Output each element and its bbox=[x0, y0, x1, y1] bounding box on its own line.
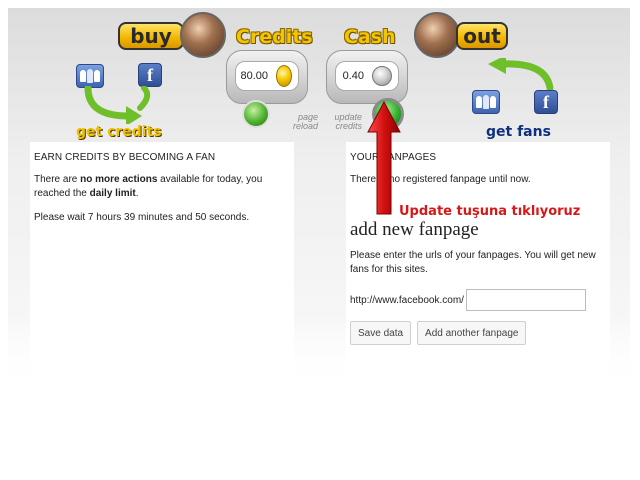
get-credits-label[interactable]: get credits bbox=[76, 124, 162, 140]
earn-credits-panel: EARN CREDITS BY BECOMING A FAN There are… bbox=[30, 142, 294, 390]
fans-facebook-icon[interactable]: f bbox=[534, 90, 558, 114]
page-reload-caption: page reload bbox=[292, 112, 318, 131]
add-fanpage-description: Please enter the urls of your fanpages. … bbox=[350, 250, 596, 275]
daily-limit-message: There are no more actions available for … bbox=[34, 173, 290, 201]
add-another-fanpage-button[interactable]: Add another fanpage bbox=[417, 321, 527, 345]
fanpage-url-input[interactable] bbox=[465, 289, 586, 311]
msg-bold-1: no more actions bbox=[80, 174, 158, 185]
msg-bold-2: daily limit bbox=[89, 188, 136, 199]
page-reload-button[interactable] bbox=[242, 100, 270, 128]
buy-credits-button[interactable]: buy bbox=[118, 22, 184, 50]
cash-out-button[interactable]: out bbox=[456, 22, 508, 50]
buy-label: buy bbox=[130, 24, 172, 48]
credits-title: Credits bbox=[236, 26, 313, 48]
facebook-icon[interactable]: f bbox=[138, 63, 162, 87]
cash-value: 0.40 bbox=[342, 70, 364, 82]
facebook-glyph-2: f bbox=[543, 92, 549, 112]
credits-value: 80.00 bbox=[240, 70, 268, 82]
msg-part-1: There are bbox=[34, 174, 81, 185]
euro-coin-icon bbox=[372, 66, 392, 86]
msg-part-3: . bbox=[135, 188, 139, 199]
facebook-glyph: f bbox=[147, 65, 153, 85]
save-data-button[interactable]: Save data bbox=[350, 321, 412, 345]
buy-man-image bbox=[180, 12, 226, 58]
update-credits-caption: update credits bbox=[334, 112, 362, 131]
left-cycle-arrow-icon bbox=[84, 86, 151, 124]
people-icon[interactable] bbox=[76, 64, 104, 88]
red-annotation-arrow-icon bbox=[367, 100, 401, 215]
cash-box: 0.40 bbox=[326, 50, 408, 104]
cash-title: Cash bbox=[344, 26, 396, 48]
gold-coin-icon bbox=[276, 65, 292, 87]
fanpage-url-row: http://www.facebook.com/ bbox=[350, 289, 606, 311]
annotation-text: Update tuşuna tıklıyoruz bbox=[399, 204, 581, 219]
add-fanpage-heading: add new fanpage bbox=[350, 219, 479, 240]
cashout-man-image bbox=[414, 12, 460, 58]
get-fans-label[interactable]: get fans bbox=[486, 124, 551, 140]
fans-people-icon[interactable] bbox=[472, 90, 500, 114]
url-prefix: http://www.facebook.com/ bbox=[350, 294, 464, 306]
earn-credits-title: EARN CREDITS BY BECOMING A FAN bbox=[34, 152, 216, 163]
credits-box: 80.00 bbox=[226, 50, 308, 104]
out-label: out bbox=[463, 24, 501, 48]
fanpage-actions: Save data Add another fanpage bbox=[350, 321, 606, 345]
wait-message: Please wait 7 hours 39 minutes and 50 se… bbox=[34, 212, 250, 223]
right-cycle-arrow-icon bbox=[488, 58, 554, 92]
